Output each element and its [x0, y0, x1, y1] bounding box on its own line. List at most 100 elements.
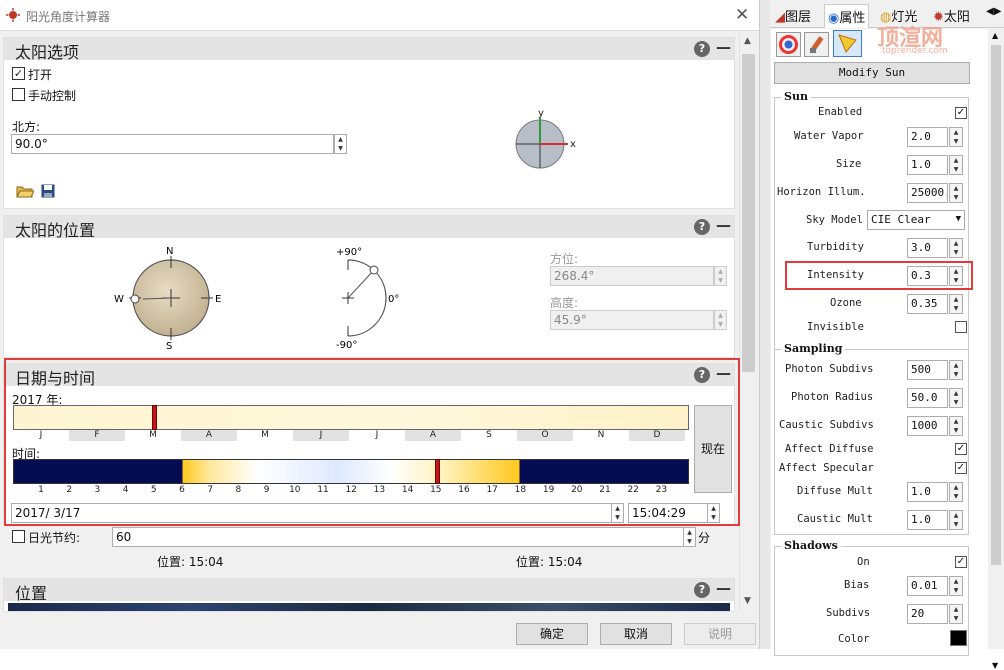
ozone-input[interactable]: 0.35 — [907, 294, 948, 314]
subdivs-spinner[interactable]: ▲ ▼ — [949, 604, 963, 624]
caustic-mult-input[interactable]: 1.0 — [907, 510, 948, 530]
turbidity-spinner[interactable]: ▲ ▼ — [949, 238, 963, 258]
scrollbar-thumb[interactable] — [742, 54, 755, 372]
size-input[interactable]: 1.0 — [907, 155, 948, 175]
enabled-checkbox[interactable]: ✓ — [955, 107, 967, 119]
sky-model-select[interactable]: CIE Clear ▼ — [867, 210, 965, 230]
azimuth-spinner[interactable]: ▲ ▼ — [714, 266, 727, 286]
azimuth-compass[interactable]: N S W E — [114, 246, 224, 350]
altitude-dial[interactable]: +90° 0° -90° — [332, 244, 408, 352]
tab-layers[interactable]: ◢图层 — [772, 4, 814, 28]
scroll-up-icon[interactable]: ▲ — [744, 36, 751, 46]
affect-diffuse-label: Affect Diffuse — [785, 443, 874, 455]
bias-spinner[interactable]: ▲ ▼ — [949, 576, 963, 596]
affect-diffuse-checkbox[interactable]: ✓ — [955, 443, 967, 455]
axis-x-label: x — [570, 139, 576, 150]
horizon-illum-input[interactable]: 25000.0 — [907, 183, 948, 203]
alt-mid-label: 0° — [388, 294, 399, 305]
azimuth-input[interactable]: 268.4° — [550, 266, 714, 286]
bias-input[interactable]: 0.01 — [907, 576, 948, 596]
caustic-mult-spinner[interactable]: ▲ ▼ — [949, 510, 963, 530]
scrollbar-thumb[interactable] — [991, 45, 1001, 565]
north-axis-widget[interactable]: y x — [512, 106, 584, 170]
panel-scrollbar[interactable]: ▲ ▼ — [988, 29, 1004, 670]
photon-subdivs-input[interactable]: 500 — [907, 360, 948, 380]
cancel-button[interactable]: 取消 — [600, 623, 672, 645]
sun-object-icon[interactable] — [833, 30, 862, 57]
shadows-on-label: On — [857, 556, 870, 568]
ozone-spinner[interactable]: ▲ ▼ — [949, 294, 963, 314]
collapse-icon[interactable]: — — [716, 216, 731, 234]
section-header[interactable]: 位置 ? — — [4, 579, 734, 603]
compass-n: N — [166, 246, 173, 257]
size-label: Size — [836, 158, 862, 170]
close-icon[interactable]: ✕ — [735, 5, 749, 25]
section-header[interactable]: 太阳的位置 ? — — [4, 216, 734, 240]
shadow-color-swatch[interactable] — [950, 630, 967, 646]
compass-e: E — [215, 294, 221, 305]
caustic-subdivs-input[interactable]: 1000 — [907, 416, 948, 436]
axis-y-label: y — [538, 108, 544, 119]
help-icon[interactable]: ? — [694, 219, 710, 235]
north-label: 北方: — [12, 120, 41, 134]
shadows-group-title: Shadows — [781, 539, 841, 552]
altitude-label: 高度: — [550, 296, 579, 310]
diffuse-mult-input[interactable]: 1.0 — [907, 482, 948, 502]
manual-control-checkbox[interactable] — [12, 88, 25, 101]
compass-w: W — [114, 294, 124, 305]
panel-divider[interactable] — [759, 0, 770, 649]
material-icon[interactable] — [776, 32, 801, 57]
help-icon[interactable]: ? — [694, 41, 710, 57]
turbidity-label: Turbidity — [807, 241, 864, 253]
invisible-checkbox[interactable] — [955, 321, 967, 333]
alt-bottom-label: -90° — [336, 340, 357, 351]
location-map[interactable] — [8, 603, 730, 611]
save-icon[interactable] — [41, 184, 55, 198]
north-input[interactable]: 90.0° — [11, 134, 334, 154]
scroll-down-icon[interactable]: ▼ — [744, 596, 751, 606]
daylight-saving-checkbox[interactable] — [12, 530, 25, 543]
shadows-on-checkbox[interactable]: ✓ — [955, 556, 967, 568]
diffuse-mult-spinner[interactable]: ▲ ▼ — [949, 482, 963, 502]
caustic-subdivs-spinner[interactable]: ▲ ▼ — [949, 416, 963, 436]
horizon-illum-spinner[interactable]: ▲ ▼ — [949, 183, 963, 203]
dialog-scrollbar[interactable]: ▲ ▼ — [739, 34, 757, 611]
modify-sun-button[interactable]: Modify Sun — [774, 62, 970, 84]
collapse-icon[interactable]: — — [716, 38, 731, 56]
section-header[interactable]: 太阳选项 ? — — [4, 38, 734, 62]
highlight-box-datetime — [4, 358, 740, 526]
altitude-input[interactable]: 45.9° — [550, 310, 714, 330]
scroll-up-icon[interactable]: ▲ — [992, 31, 998, 40]
caustic-mult-label: Caustic Mult — [797, 513, 873, 525]
altitude-spinner[interactable]: ▲ ▼ — [714, 310, 727, 330]
help-icon[interactable]: ? — [694, 582, 710, 598]
turbidity-input[interactable]: 3.0 — [907, 238, 948, 258]
daylight-unit: 分 — [698, 531, 711, 545]
daylight-saving-input[interactable]: 60 — [112, 527, 684, 547]
photon-radius-input[interactable]: 50.0 — [907, 388, 948, 408]
texture-brush-icon[interactable] — [804, 32, 829, 57]
water-vapor-label: Water Vapor — [794, 130, 864, 142]
ok-button[interactable]: 确定 — [516, 623, 588, 645]
scroll-down-icon[interactable]: ▼ — [992, 661, 998, 670]
size-spinner[interactable]: ▲ ▼ — [949, 155, 963, 175]
sky-model-label: Sky Model — [806, 214, 863, 226]
on-checkbox[interactable]: ✓ — [12, 67, 25, 80]
daylight-saving-spinner[interactable]: ▲ ▼ — [683, 527, 696, 547]
sun-position-section: 太阳的位置 ? — N S W E +90° 0° -90° 方位: 268.4… — [3, 215, 735, 358]
north-spinner[interactable]: ▲ ▼ — [334, 134, 347, 154]
app-sun-icon — [6, 8, 20, 22]
subdivs-input[interactable]: 20 — [907, 604, 948, 624]
water-vapor-input[interactable]: 2.0 — [907, 127, 948, 147]
affect-specular-checkbox[interactable]: ✓ — [955, 462, 967, 474]
water-vapor-spinner[interactable]: ▲ ▼ — [949, 127, 963, 147]
collapse-icon[interactable]: — — [716, 579, 731, 597]
dialog-titlebar: 阳光角度计算器 ✕ — [0, 0, 759, 31]
tab-overflow-icon[interactable]: ◀▶ — [986, 6, 1001, 17]
open-folder-icon[interactable] — [16, 184, 34, 198]
tab-properties[interactable]: ◉属性 — [824, 4, 870, 28]
photon-subdivs-spinner[interactable]: ▲ ▼ — [949, 360, 963, 380]
photon-radius-spinner[interactable]: ▲ ▼ — [949, 388, 963, 408]
photon-radius-label: Photon Radius — [791, 391, 874, 403]
help-button[interactable]: 说明 — [684, 623, 756, 645]
